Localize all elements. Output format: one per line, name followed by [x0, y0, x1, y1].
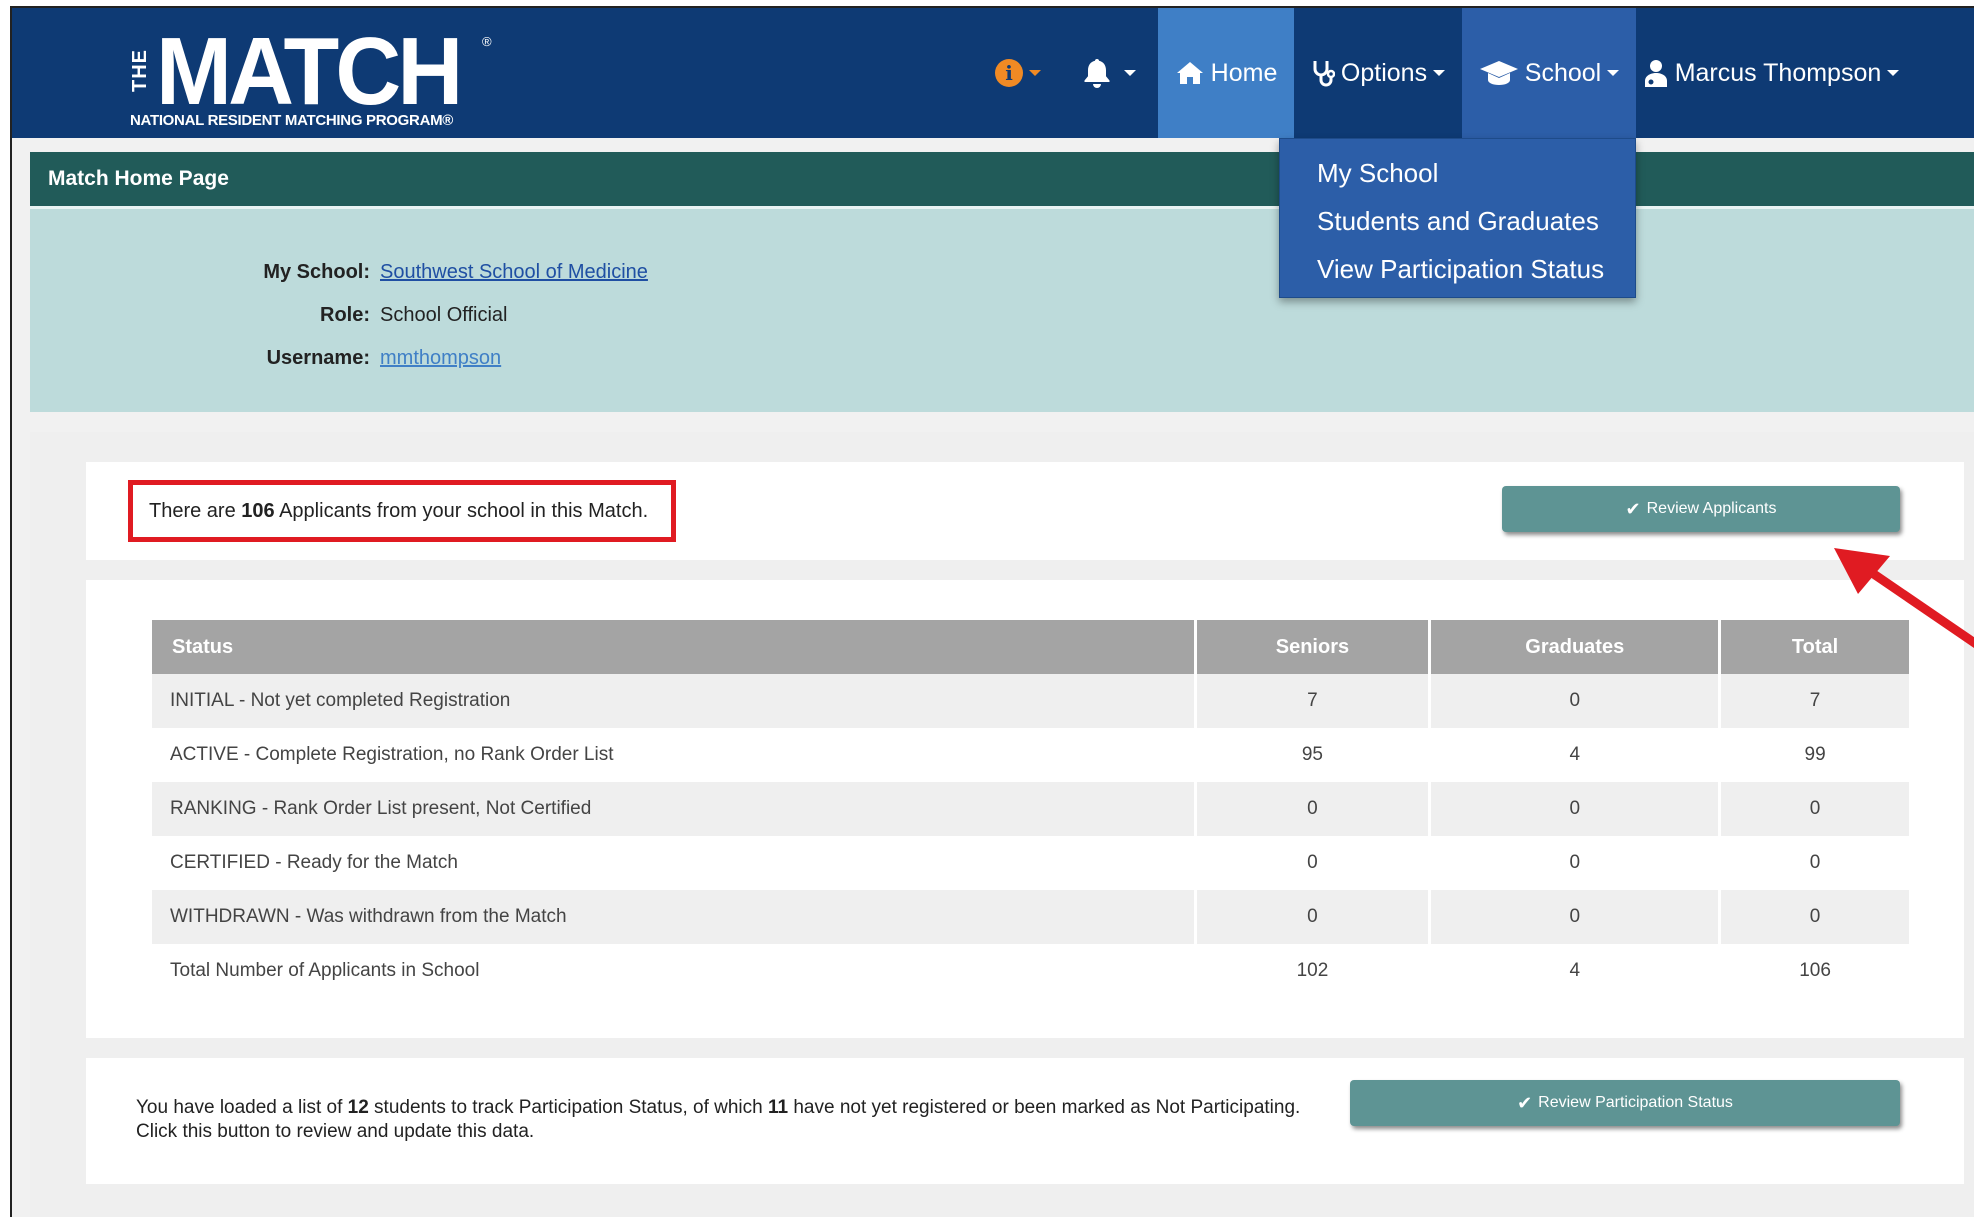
- app-frame: THE MATCH ® NATIONAL RESIDENT MATCHING P…: [10, 6, 1974, 1217]
- notifications-menu[interactable]: [1082, 8, 1142, 138]
- nav-user-label: Marcus Thompson: [1674, 58, 1882, 87]
- nav-school[interactable]: School: [1462, 8, 1636, 138]
- school-dropdown-menu: My School Students and Graduates View Pa…: [1279, 138, 1636, 298]
- status-cell: ACTIVE - Complete Registration, no Rank …: [152, 728, 1197, 782]
- graduates-cell: 0: [1429, 782, 1722, 836]
- info-menu[interactable]: i: [995, 8, 1055, 138]
- user-doctor-icon: [1644, 60, 1667, 87]
- table-row: ACTIVE - Complete Registration, no Rank …: [152, 728, 1912, 782]
- total-cell: 0: [1719, 890, 1912, 944]
- caret-down-icon: [1029, 70, 1041, 76]
- stethoscope-icon: [1313, 61, 1335, 87]
- table-row: INITIAL - Not yet completed Registration…: [152, 674, 1912, 728]
- annotation-arrow: [1834, 548, 1974, 648]
- my-school-link[interactable]: Southwest School of Medicine: [380, 261, 648, 284]
- total-cell: 99: [1719, 728, 1912, 782]
- graduates-cell: 4: [1429, 728, 1722, 782]
- review-applicants-button[interactable]: ✔ Review Applicants: [1502, 486, 1900, 532]
- review-applicants-label: Review Applicants: [1646, 500, 1777, 517]
- bell-icon: [1084, 59, 1110, 88]
- loaded-count: 12: [347, 1097, 369, 1118]
- status-cell: RANKING - Rank Order List present, Not C…: [152, 782, 1197, 836]
- check-icon: ✔: [1517, 1092, 1533, 1113]
- total-cell: 7: [1719, 674, 1912, 728]
- status-cell: CERTIFIED - Ready for the Match: [152, 836, 1197, 890]
- logo-the-text: THE: [129, 49, 151, 93]
- caret-down-icon: [1433, 70, 1446, 76]
- table-row-total: Total Number of Applicants in School 102…: [152, 944, 1912, 998]
- graduates-cell: 0: [1429, 890, 1722, 944]
- seniors-cell: 0: [1195, 836, 1432, 890]
- graduates-cell: 0: [1429, 836, 1722, 890]
- check-icon: ✔: [1625, 498, 1641, 519]
- menu-item-students-graduates[interactable]: Students and Graduates: [1280, 203, 1635, 251]
- graduation-cap-icon: [1479, 61, 1518, 85]
- info-icon: i: [995, 59, 1023, 87]
- participation-text-2: students to track Participation Status, …: [368, 1097, 768, 1118]
- participation-panel: You have loaded a list of 12 students to…: [86, 1058, 1964, 1184]
- account-info-panel: My School: Southwest School of Medicine …: [30, 206, 1974, 412]
- nrmp-logo[interactable]: THE MATCH ® NATIONAL RESIDENT MATCHING P…: [129, 24, 510, 130]
- seniors-cell: 102: [1195, 944, 1432, 998]
- caret-down-icon: [1607, 70, 1620, 76]
- applicants-count: 106: [241, 500, 275, 522]
- menu-item-view-participation-status[interactable]: View Participation Status: [1280, 251, 1635, 299]
- role-label: Role:: [320, 304, 370, 326]
- applicants-suffix: Applicants from your school in this Matc…: [274, 500, 649, 522]
- nav-options[interactable]: Options: [1294, 8, 1462, 138]
- username-label: Username:: [266, 347, 370, 369]
- status-table: Status Seniors Graduates Total INITIAL -…: [152, 620, 1912, 998]
- main-content: There are 106 Applicants from your schoo…: [30, 432, 1974, 1217]
- total-cell: 0: [1719, 782, 1912, 836]
- review-participation-status-label: Review Participation Status: [1538, 1094, 1733, 1111]
- status-table-panel: Status Seniors Graduates Total INITIAL -…: [86, 580, 1964, 1038]
- table-row: CERTIFIED - Ready for the Match 0 0 0: [152, 836, 1912, 890]
- graduates-cell: 4: [1429, 944, 1722, 998]
- participation-text: You have loaded a list of 12 students to…: [136, 1096, 1336, 1144]
- page-title: Match Home Page: [30, 152, 1974, 206]
- applicants-prefix: There are: [149, 500, 242, 522]
- logo-registered-mark: ®: [482, 34, 492, 49]
- status-cell: INITIAL - Not yet completed Registration: [152, 674, 1197, 728]
- logo-subtitle: NATIONAL RESIDENT MATCHING PROGRAM®: [130, 112, 454, 129]
- participation-text-1: You have loaded a list of: [136, 1097, 348, 1118]
- status-cell: WITHDRAWN - Was withdrawn from the Match: [152, 890, 1197, 944]
- logo-match-text: MATCH: [156, 18, 463, 125]
- not-registered-count: 11: [767, 1097, 789, 1118]
- column-header-graduates: Graduates: [1429, 620, 1722, 674]
- applicants-summary-panel: There are 106 Applicants from your schoo…: [86, 462, 1964, 560]
- my-school-label: My School:: [263, 261, 370, 283]
- seniors-cell: 95: [1195, 728, 1432, 782]
- table-header-row: Status Seniors Graduates Total: [152, 620, 1912, 674]
- role-value: School Official: [380, 304, 508, 326]
- total-cell: 0: [1719, 836, 1912, 890]
- nav-user[interactable]: Marcus Thompson: [1636, 8, 1906, 138]
- menu-item-my-school[interactable]: My School: [1280, 155, 1635, 203]
- username-link[interactable]: mmthompson: [380, 347, 501, 370]
- caret-down-icon: [1887, 70, 1900, 76]
- table-row: RANKING - Rank Order List present, Not C…: [152, 782, 1912, 836]
- seniors-cell: 0: [1195, 782, 1432, 836]
- graduates-cell: 0: [1429, 674, 1722, 728]
- nav-school-label: School: [1524, 58, 1602, 87]
- table-row: WITHDRAWN - Was withdrawn from the Match…: [152, 890, 1912, 944]
- nav-home[interactable]: Home: [1158, 8, 1294, 138]
- status-cell: Total Number of Applicants in School: [152, 944, 1197, 998]
- seniors-cell: 7: [1195, 674, 1432, 728]
- review-participation-status-button[interactable]: ✔ Review Participation Status: [1350, 1080, 1900, 1126]
- home-icon: [1176, 62, 1203, 84]
- nav-options-label: Options: [1340, 58, 1428, 87]
- nav-home-label: Home: [1210, 58, 1278, 87]
- column-header-status: Status: [152, 620, 1197, 674]
- column-header-seniors: Seniors: [1195, 620, 1432, 674]
- applicants-count-text: There are 106 Applicants from your schoo…: [128, 480, 676, 542]
- top-navbar: THE MATCH ® NATIONAL RESIDENT MATCHING P…: [12, 8, 1974, 138]
- total-cell: 106: [1719, 944, 1912, 998]
- seniors-cell: 0: [1195, 890, 1432, 944]
- caret-down-icon: [1124, 70, 1136, 76]
